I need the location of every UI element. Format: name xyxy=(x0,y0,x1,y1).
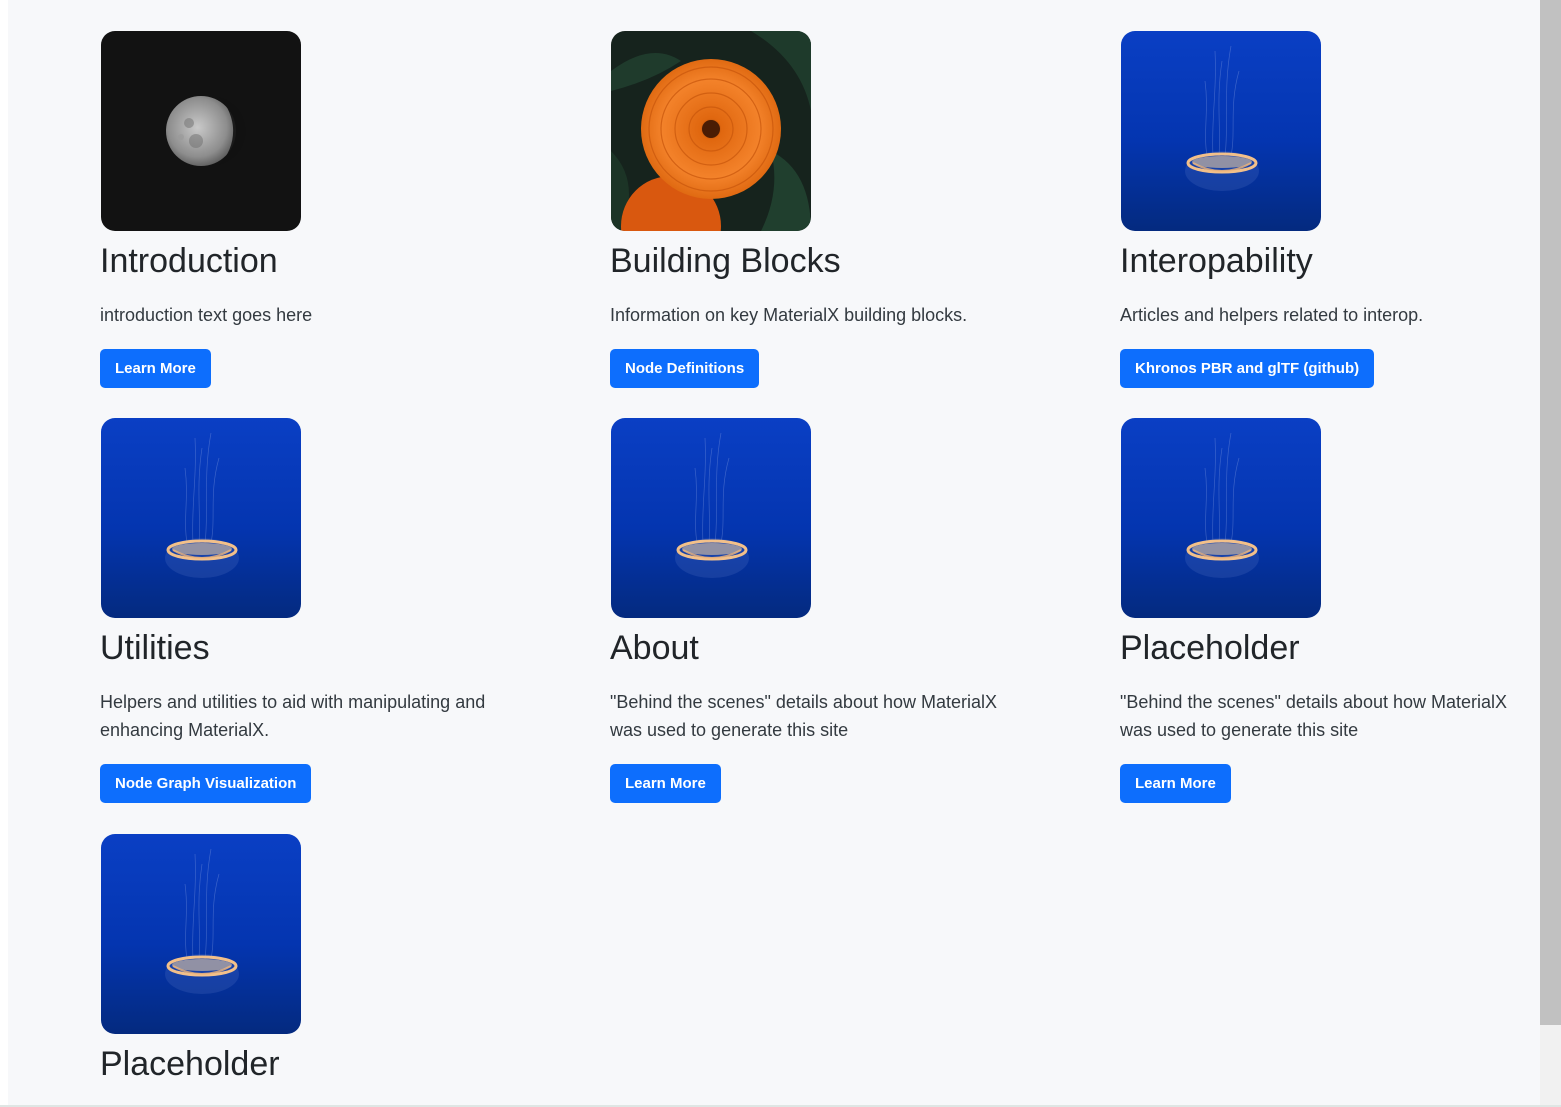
card-text: "Behind the scenes" details about how Ma… xyxy=(1120,692,1508,740)
card-text: introduction text goes here xyxy=(100,305,313,325)
card-title: About xyxy=(610,629,699,667)
jellyfish-image xyxy=(1121,418,1321,618)
card-title: Building Blocks xyxy=(610,242,841,280)
node-graph-visualization-button[interactable]: Node Graph Visualization xyxy=(100,764,312,803)
jellyfish-image xyxy=(1121,31,1321,231)
learn-more-button[interactable]: Learn More xyxy=(1120,764,1231,803)
scrollbar-thumb[interactable] xyxy=(1540,0,1561,1025)
jellyfish-image xyxy=(101,834,301,1034)
card-text: Helpers and utilities to aid with manipu… xyxy=(100,692,486,740)
card-text: Information on key MaterialX building bl… xyxy=(610,305,968,325)
learn-more-button[interactable]: Learn More xyxy=(100,349,211,388)
card-title: Placeholder xyxy=(1120,629,1300,667)
jellyfish-image xyxy=(101,418,301,618)
khronos-pbr-gltf-button[interactable]: Khronos PBR and glTF (github) xyxy=(1120,349,1375,388)
card-title: Introduction xyxy=(100,242,278,280)
jellyfish-image xyxy=(611,418,811,618)
card-text: "Behind the scenes" details about how Ma… xyxy=(610,692,998,740)
card-grid[interactable]: Introduction introduction text goes here… xyxy=(8,0,1540,1107)
node-definitions-button[interactable]: Node Definitions xyxy=(610,349,760,388)
learn-more-button[interactable]: Learn More xyxy=(610,764,721,803)
card-title: Interopability xyxy=(1120,242,1313,280)
card-title: Utilities xyxy=(100,629,210,667)
card-text: Articles and helpers related to interop. xyxy=(1120,305,1424,325)
page-left-edge xyxy=(0,0,8,1107)
card-title: Placeholder xyxy=(100,1045,280,1083)
moon-image xyxy=(101,31,301,231)
orange-flower-image xyxy=(611,31,811,231)
